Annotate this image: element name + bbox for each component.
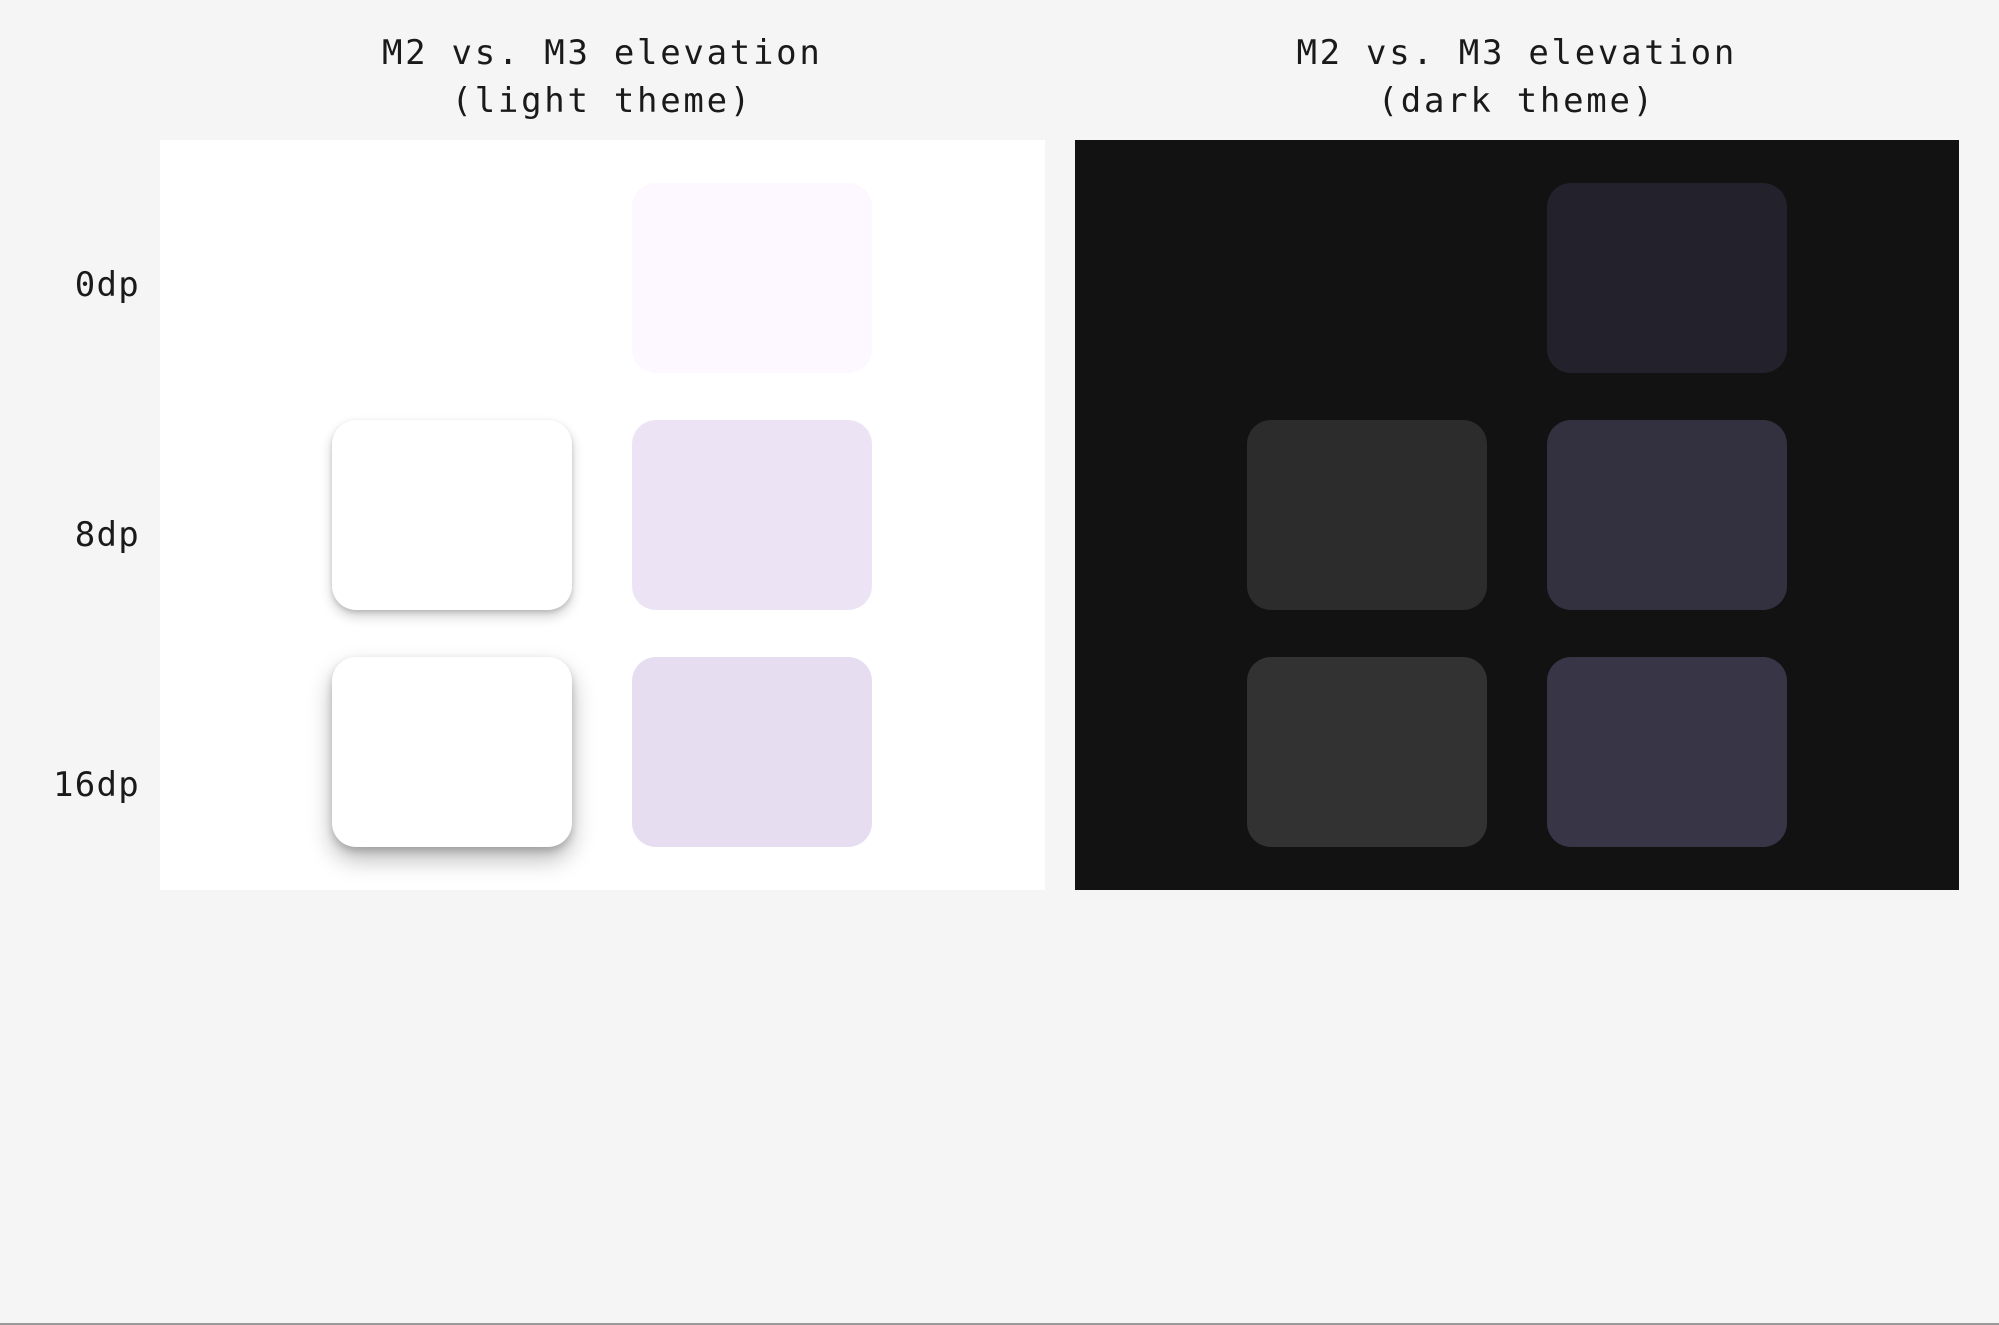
panel-light [160, 140, 1045, 890]
tile-light-m2-16dp [332, 657, 572, 847]
panel-light-heading-line1: M2 vs. M3 elevation [382, 30, 823, 78]
panel-dark-heading: M2 vs. M3 elevation (dark theme) [1296, 30, 1737, 140]
tile-dark-m3-0dp [1547, 183, 1787, 373]
dark-row-0dp [1135, 180, 1900, 377]
tile-light-m3-0dp [632, 183, 872, 373]
tile-dark-m3-8dp [1547, 420, 1787, 610]
tile-light-m3-8dp [632, 420, 872, 610]
row-label-0dp: 0dp [0, 160, 160, 410]
row-labels: 0dp 8dp 16dp [0, 30, 160, 910]
light-row-16dp [220, 653, 985, 850]
panels: M2 vs. M3 elevation (light theme) [160, 30, 1999, 890]
tile-light-m2-8dp [332, 420, 572, 610]
panel-light-column: M2 vs. M3 elevation (light theme) [160, 30, 1045, 890]
panel-dark-heading-line2: (dark theme) [1378, 78, 1656, 126]
tile-dark-m2-8dp [1247, 420, 1487, 610]
diagram-root: 0dp 8dp 16dp M2 vs. M3 elevation (light … [0, 0, 1999, 1325]
row-label-8dp: 8dp [0, 410, 160, 660]
panel-light-heading-line2: (light theme) [452, 78, 753, 126]
panel-dark [1075, 140, 1960, 890]
tile-light-m3-16dp [632, 657, 872, 847]
panel-light-heading: M2 vs. M3 elevation (light theme) [382, 30, 823, 140]
light-row-0dp [220, 180, 985, 377]
dark-row-16dp [1135, 653, 1900, 850]
light-row-8dp [220, 417, 985, 614]
tile-dark-m2-16dp [1247, 657, 1487, 847]
tile-dark-m3-16dp [1547, 657, 1787, 847]
panel-dark-heading-line1: M2 vs. M3 elevation [1296, 30, 1737, 78]
row-label-16dp: 16dp [0, 660, 160, 910]
panel-dark-column: M2 vs. M3 elevation (dark theme) [1075, 30, 1960, 890]
dark-row-8dp [1135, 417, 1900, 614]
